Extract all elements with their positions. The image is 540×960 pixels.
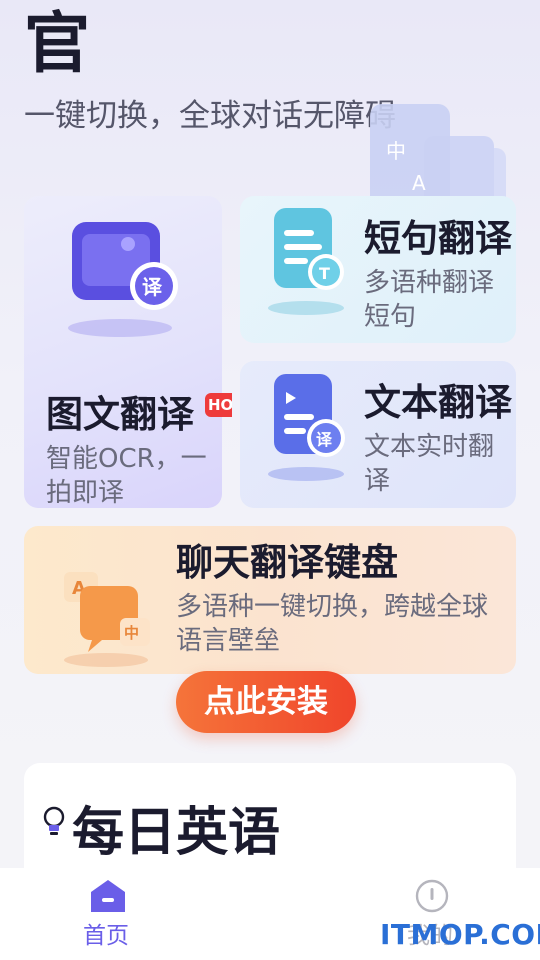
svg-text:中: 中 [124, 624, 139, 642]
watermark: ITMOP.COM [380, 918, 540, 951]
short-translate-desc: 多语种翻译短句 [364, 268, 495, 332]
text-translate-title: 文本翻译 [364, 381, 512, 424]
chat-bubbles-icon: A 中 [64, 572, 150, 667]
text-translate-desc: 文本实时翻译 [364, 432, 495, 496]
install-button[interactable]: 点此安装 [176, 671, 356, 733]
svg-text:中: 中 [386, 139, 406, 163]
svg-text:译: 译 [142, 275, 163, 299]
document-translate-icon: 译 [268, 374, 345, 481]
short-text-icon: T [268, 208, 344, 315]
daily-english-title: 每日英语 [72, 803, 281, 863]
hot-badge: HOT [205, 393, 232, 417]
page-subtitle: 一键切换，全球对话无障碍 [24, 98, 396, 134]
tab-home-label: 首页 [83, 923, 129, 949]
svg-text:T: T [319, 264, 330, 283]
svg-text:译: 译 [316, 430, 333, 449]
image-translate-title: 图文翻译 [46, 393, 194, 436]
chat-keyboard-desc: 多语种一键切换，跨越全球语言壁垒 [176, 592, 489, 656]
home-icon [91, 880, 125, 912]
translate-cards-illustration: 中 A [370, 104, 506, 206]
short-translate-title: 短句翻译 [364, 217, 512, 260]
photo-translate-icon: 译 [68, 222, 178, 337]
profile-icon [415, 879, 449, 913]
page-title: 官 [24, 5, 91, 82]
chat-keyboard-title: 聊天翻译键盘 [176, 541, 398, 584]
svg-text:A: A [412, 171, 426, 195]
image-translate-desc: 智能OCR，一拍即译 [46, 444, 207, 508]
tab-home[interactable]: 首页 [70, 876, 146, 950]
lightbulb-icon [43, 806, 65, 835]
